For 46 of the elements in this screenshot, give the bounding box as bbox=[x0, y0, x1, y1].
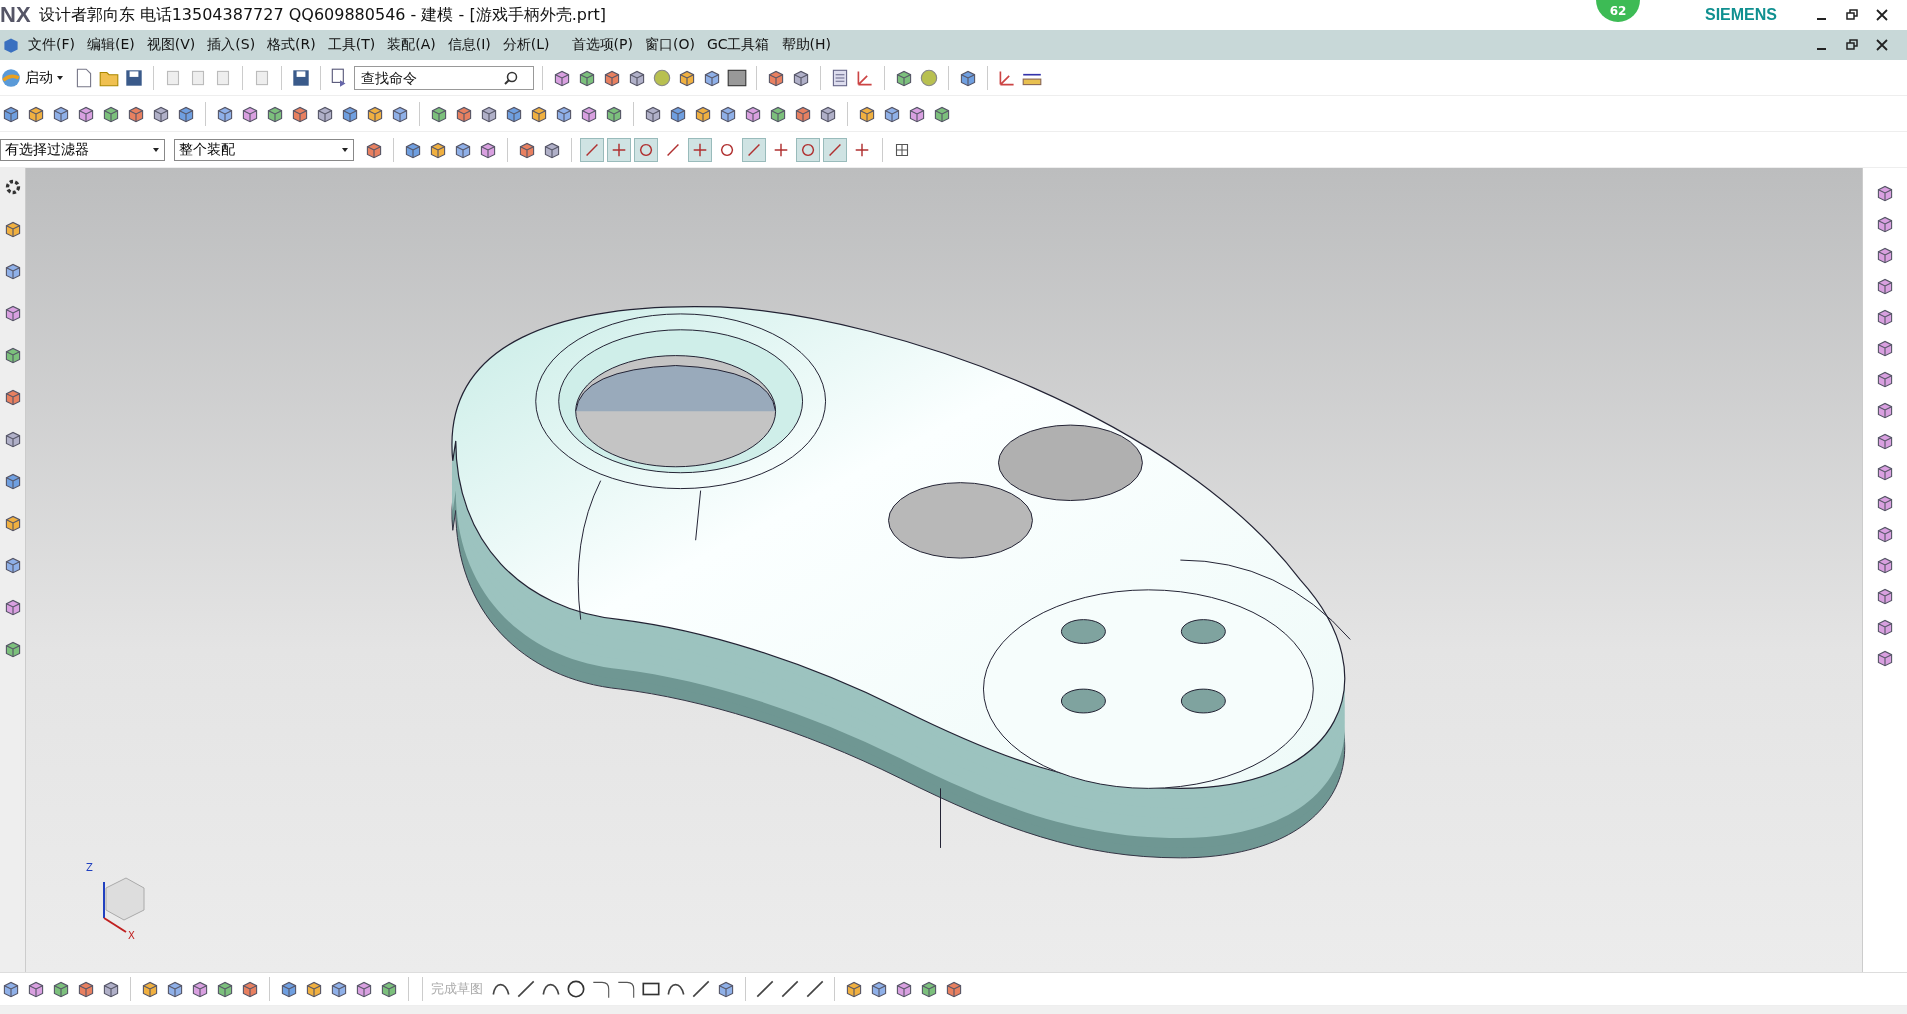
window-title: 设计者郭向东 电话13504387727 QQ609880546 - 建模 - [游戏手柄外壳.prt] bbox=[38, 4, 606, 26]
selection-filter-dropdown[interactable]: 有选择过滤器 bbox=[0, 138, 165, 161]
line-icon[interactable] bbox=[754, 978, 776, 1000]
brand-name: SIEMENS bbox=[1705, 6, 1777, 24]
line-icon[interactable] bbox=[515, 978, 537, 1000]
snap-point-toggle[interactable] bbox=[688, 137, 712, 162]
menu-item[interactable]: 装配(A) bbox=[381, 36, 442, 54]
notification-badge: 62 bbox=[1596, 0, 1640, 22]
restore-icon[interactable] bbox=[1845, 8, 1859, 22]
snap-point-toggle[interactable] bbox=[580, 137, 604, 162]
caret-icon bbox=[56, 73, 64, 82]
snap-point-toggle[interactable] bbox=[796, 137, 820, 162]
snap-point-toggle[interactable] bbox=[634, 137, 658, 162]
app-logo: NX bbox=[0, 2, 31, 28]
x-axis-label: X bbox=[128, 930, 135, 941]
globe-icon[interactable] bbox=[0, 66, 22, 89]
start-menu[interactable]: 启动 bbox=[25, 68, 64, 87]
z-axis-label: Z bbox=[86, 862, 93, 873]
search-icon bbox=[503, 69, 519, 86]
line-icon[interactable] bbox=[804, 978, 826, 1000]
snap-point-toggle[interactable] bbox=[607, 137, 631, 162]
close-icon[interactable] bbox=[1875, 8, 1889, 22]
menu-item[interactable]: 窗口(O) bbox=[638, 36, 701, 54]
menu-item[interactable]: 插入(S) bbox=[201, 36, 262, 54]
snap-point-toggle[interactable] bbox=[823, 137, 847, 162]
menu-item[interactable]: 工具(T) bbox=[321, 36, 382, 54]
menu-item[interactable]: 首选项(P) bbox=[565, 36, 639, 54]
search-input[interactable]: 查找命令 bbox=[359, 68, 503, 87]
circle-icon[interactable] bbox=[565, 978, 587, 1000]
scope-dropdown[interactable]: 整个装配 bbox=[174, 138, 354, 161]
snap-point-toggle[interactable] bbox=[742, 137, 766, 162]
menu-item[interactable]: 分析(L) bbox=[496, 36, 556, 54]
caret-icon bbox=[152, 145, 160, 154]
line-icon[interactable] bbox=[690, 978, 712, 1000]
close-icon[interactable] bbox=[1875, 38, 1889, 52]
caret-icon bbox=[341, 145, 349, 154]
menu-item[interactable]: 文件(F) bbox=[22, 36, 81, 54]
menu-item[interactable]: 信息(I) bbox=[441, 36, 497, 54]
menu-item[interactable]: 视图(V) bbox=[140, 36, 202, 54]
menu-item[interactable]: 帮助(H) bbox=[775, 36, 837, 54]
menu-item[interactable]: 格式(R) bbox=[261, 36, 322, 54]
menu-item[interactable]: 编辑(E) bbox=[81, 36, 141, 54]
restore-icon[interactable] bbox=[1845, 38, 1859, 52]
menu-item[interactable]: GC工具箱 bbox=[700, 36, 776, 54]
search-field[interactable]: 查找命令 bbox=[354, 65, 534, 90]
line-icon[interactable] bbox=[779, 978, 801, 1000]
